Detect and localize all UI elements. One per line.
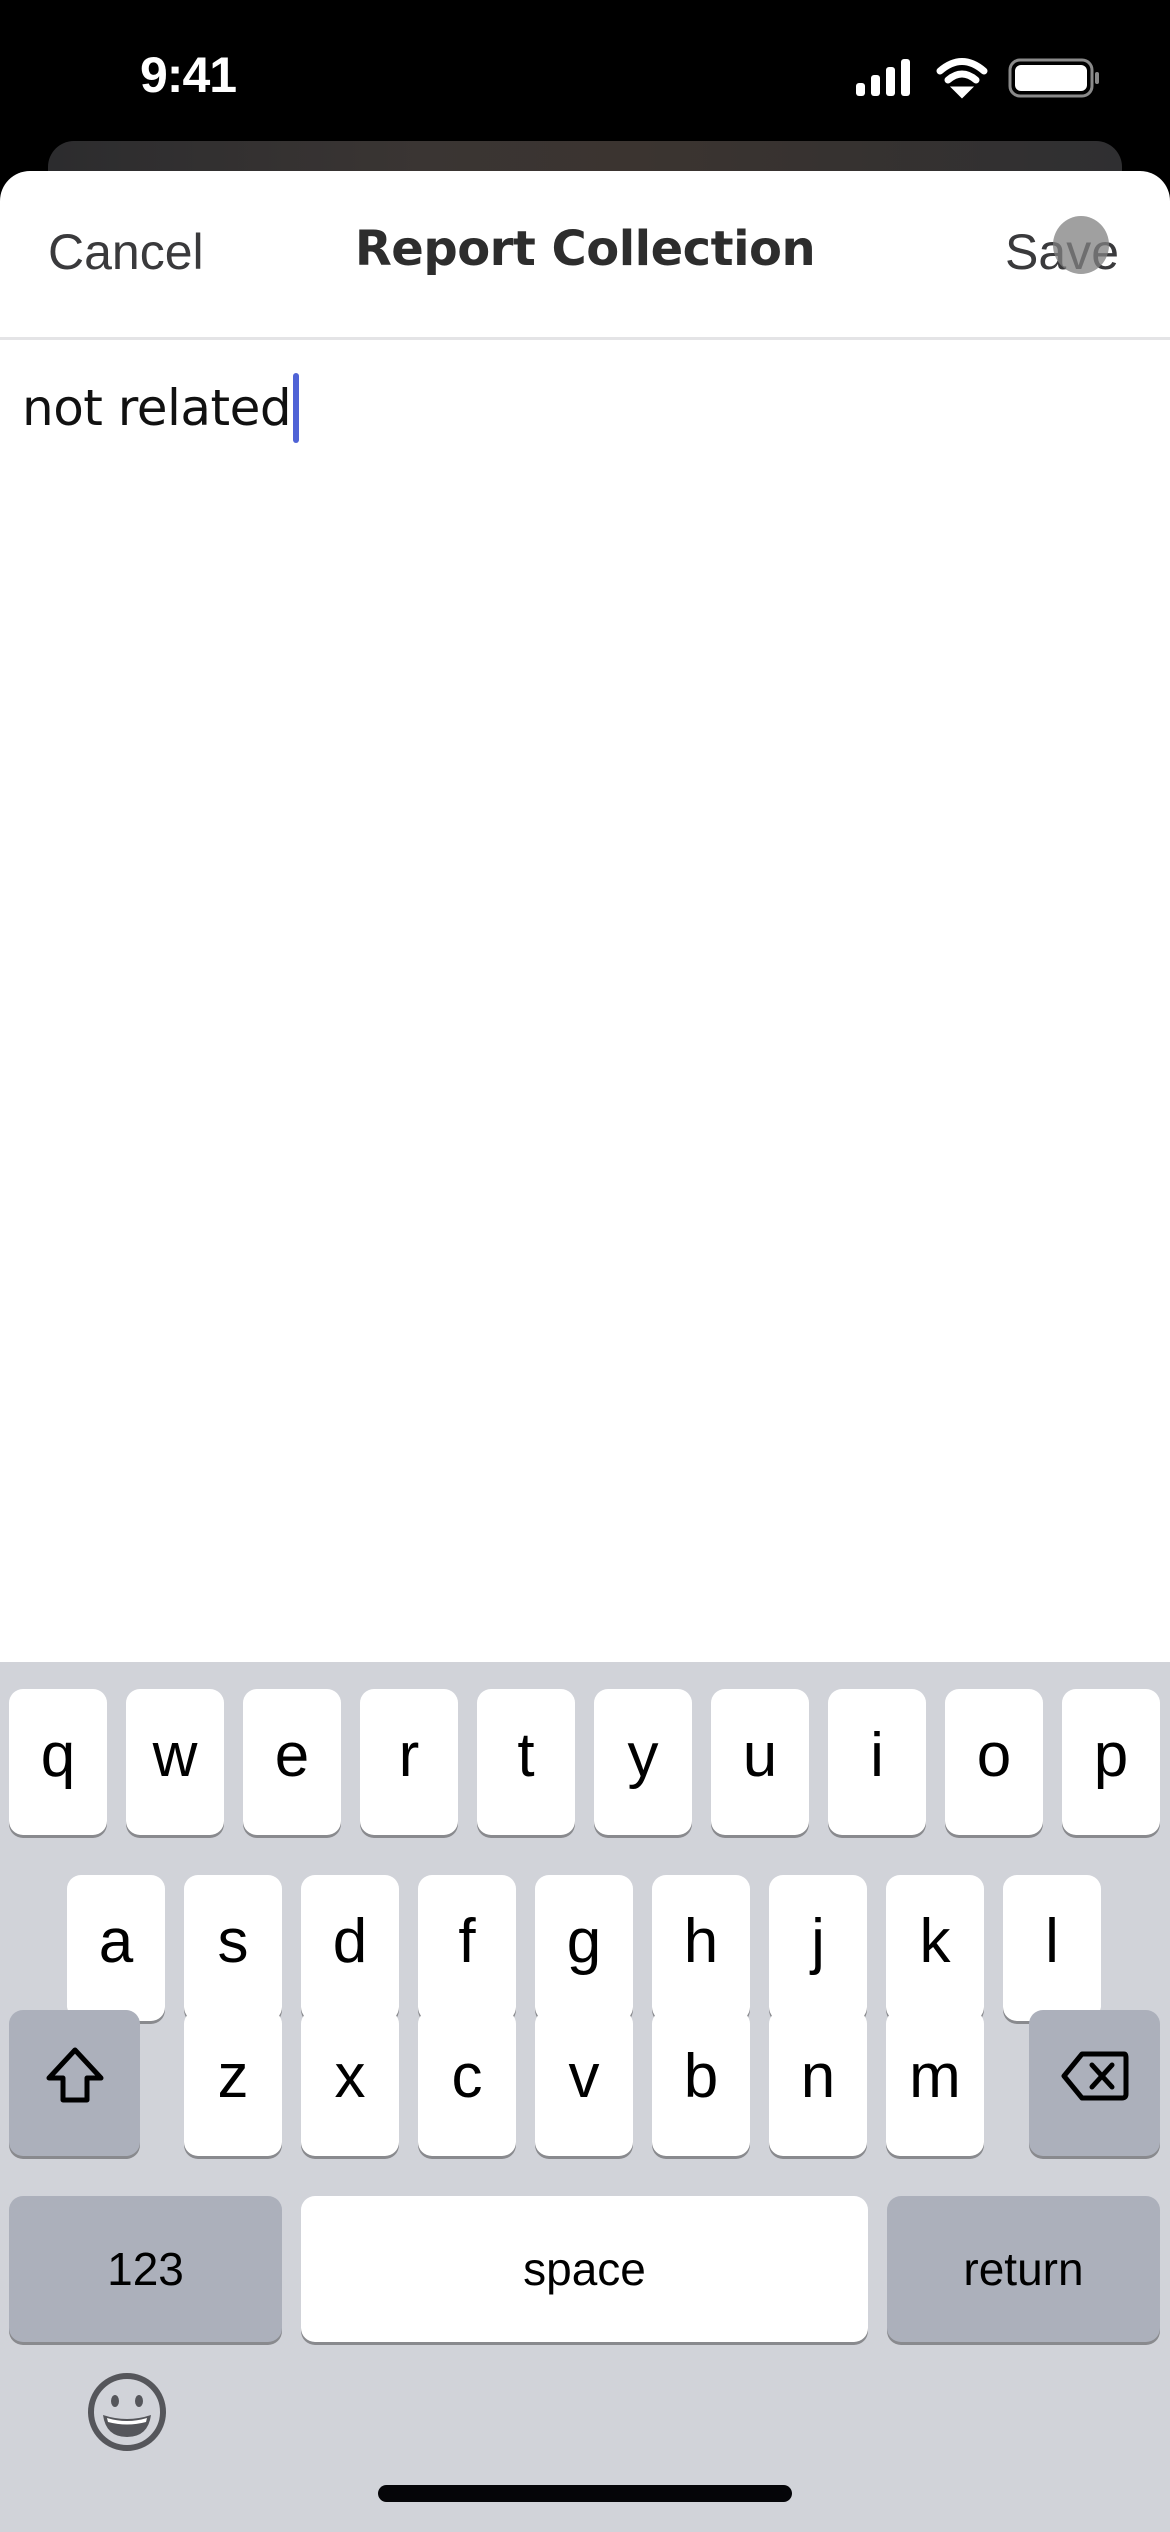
editor-text: not related bbox=[22, 379, 292, 437]
key-x[interactable]: x bbox=[301, 2010, 399, 2156]
touch-indicator bbox=[1053, 216, 1109, 274]
key-f[interactable]: f bbox=[418, 1875, 516, 2021]
key-s[interactable]: s bbox=[184, 1875, 282, 2021]
return-key[interactable]: return bbox=[887, 2196, 1160, 2342]
status-time: 9:41 bbox=[140, 47, 237, 103]
nav-bar: Cancel Report Collection Save bbox=[0, 171, 1170, 340]
key-w[interactable]: w bbox=[126, 1689, 224, 1835]
key-y[interactable]: y bbox=[594, 1689, 692, 1835]
key-c[interactable]: c bbox=[418, 2010, 516, 2156]
status-icons bbox=[856, 58, 1099, 99]
home-indicator bbox=[378, 2485, 792, 2502]
key-q[interactable]: q bbox=[9, 1689, 107, 1835]
key-o[interactable]: o bbox=[945, 1689, 1043, 1835]
key-k[interactable]: k bbox=[886, 1875, 984, 2021]
space-key[interactable]: space bbox=[301, 2196, 868, 2342]
shift-key[interactable] bbox=[9, 2010, 140, 2156]
key-j[interactable]: j bbox=[769, 1875, 867, 2021]
key-h[interactable]: h bbox=[652, 1875, 750, 2021]
key-u[interactable]: u bbox=[711, 1689, 809, 1835]
key-a[interactable]: a bbox=[67, 1875, 165, 2021]
key-z[interactable]: z bbox=[184, 2010, 282, 2156]
text-caret bbox=[293, 373, 300, 443]
keyboard: qwertyuiop asdfghjkl zxcvbnm 123 space r… bbox=[0, 1662, 1170, 2532]
numbers-key[interactable]: 123 bbox=[9, 2196, 282, 2342]
emoji-icon[interactable] bbox=[86, 2371, 168, 2453]
page-title: Report Collection bbox=[354, 221, 816, 277]
battery-icon bbox=[1008, 58, 1099, 98]
key-i[interactable]: i bbox=[828, 1689, 926, 1835]
report-text-editor[interactable]: not related bbox=[0, 343, 1170, 1662]
report-collection-sheet: Cancel Report Collection Save not relate… bbox=[0, 171, 1170, 2532]
wifi-icon bbox=[936, 58, 988, 99]
key-b[interactable]: b bbox=[652, 2010, 750, 2156]
key-l[interactable]: l bbox=[1003, 1875, 1101, 2021]
delete-key[interactable] bbox=[1029, 2010, 1160, 2156]
key-r[interactable]: r bbox=[360, 1689, 458, 1835]
cellular-signal-icon bbox=[856, 59, 910, 96]
delete-icon bbox=[1061, 2051, 1128, 2101]
key-t[interactable]: t bbox=[477, 1689, 575, 1835]
shift-icon bbox=[46, 2047, 103, 2103]
key-v[interactable]: v bbox=[535, 2010, 633, 2156]
key-m[interactable]: m bbox=[886, 2010, 984, 2156]
editor-text-line[interactable]: not related bbox=[22, 373, 300, 443]
key-d[interactable]: d bbox=[301, 1875, 399, 2021]
key-e[interactable]: e bbox=[243, 1689, 341, 1835]
key-n[interactable]: n bbox=[769, 2010, 867, 2156]
key-p[interactable]: p bbox=[1062, 1689, 1160, 1835]
key-g[interactable]: g bbox=[535, 1875, 633, 2021]
status-bar: 9:41 bbox=[0, 0, 1170, 140]
